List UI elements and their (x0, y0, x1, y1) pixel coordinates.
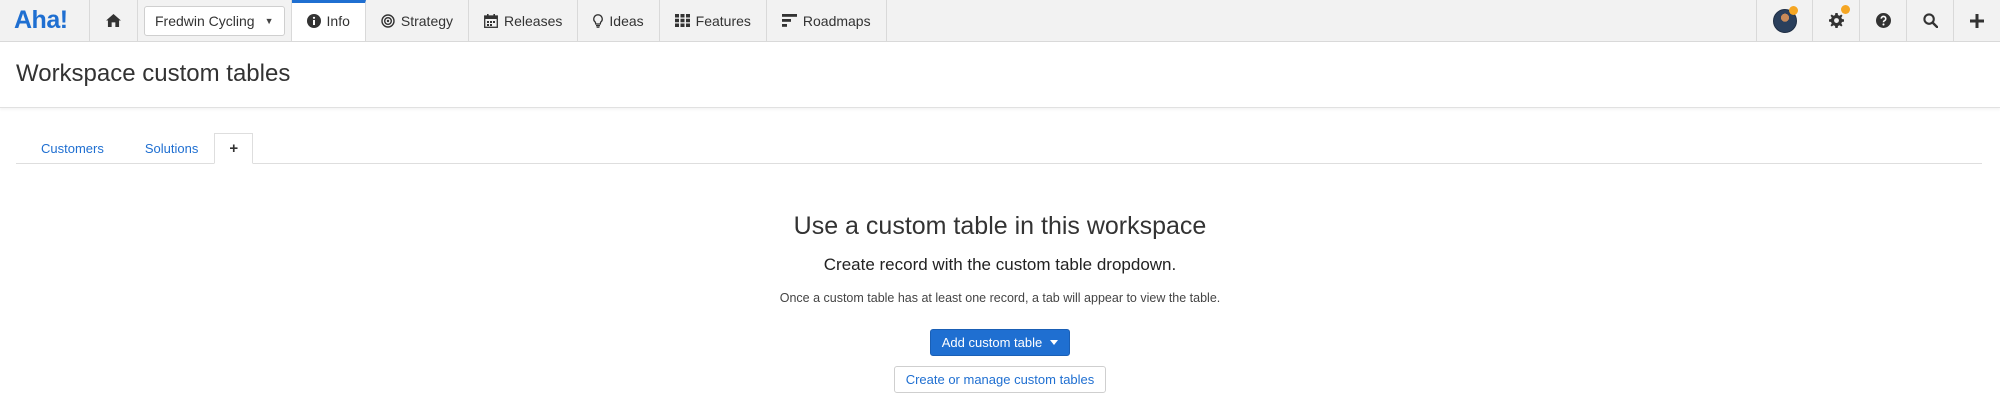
tab-info[interactable]: Info (291, 0, 366, 41)
aha-logo[interactable]: Aha! (0, 0, 90, 41)
target-icon (381, 13, 395, 28)
settings-badge (1841, 5, 1850, 14)
help-icon (1875, 13, 1891, 28)
primary-action-row: Add custom table (0, 305, 2000, 356)
plus-icon (1970, 13, 1984, 28)
tab-label: Features (695, 12, 751, 29)
workspace-selector[interactable]: Fredwin Cycling ▼ (144, 5, 285, 36)
caret-down-icon (1050, 340, 1059, 345)
nav-right-actions (1756, 0, 2000, 41)
button-label: Add custom table (941, 335, 1043, 350)
home-icon (106, 14, 121, 27)
tab-ideas[interactable]: Ideas (578, 0, 660, 41)
settings-button[interactable] (1812, 0, 1859, 41)
lightbulb-icon (593, 13, 604, 28)
tab-label: Ideas (609, 12, 644, 29)
top-nav: Aha! Fredwin Cycling ▼ Info Strategy Rel… (0, 0, 2000, 42)
grid-icon (674, 14, 690, 27)
empty-state: Use a custom table in this workspace Cre… (0, 212, 2000, 393)
custom-table-tabs: Customers Solutions + (16, 133, 1982, 164)
search-icon (1922, 13, 1938, 28)
home-button[interactable] (90, 0, 138, 41)
secondary-action-row: Create or manage custom tables (0, 356, 2000, 393)
tab-label: Releases (504, 12, 563, 29)
user-menu[interactable] (1756, 0, 1812, 41)
workspace-name: Fredwin Cycling (155, 12, 255, 29)
page-header: Workspace custom tables (0, 42, 2000, 108)
tab-features[interactable]: Features (660, 0, 767, 41)
info-icon (306, 13, 321, 28)
tab-roadmaps[interactable]: Roadmaps (767, 0, 887, 41)
add-custom-table-button[interactable]: Add custom table (929, 329, 1071, 356)
tab-strategy[interactable]: Strategy (366, 0, 470, 41)
empty-state-title: Use a custom table in this workspace (793, 212, 1207, 240)
search-button[interactable] (1906, 0, 1953, 41)
tab-solutions[interactable]: Solutions (129, 133, 214, 163)
caret-down-icon: ▼ (264, 15, 274, 26)
empty-state-subtitle: Create record with the custom table drop… (823, 255, 1177, 274)
tab-label: Strategy (400, 12, 454, 29)
notification-badge (1789, 6, 1798, 15)
calendar-icon (484, 13, 498, 28)
add-table-tab[interactable]: + (214, 133, 254, 164)
tab-customers[interactable]: Customers (16, 133, 129, 163)
create-button[interactable] (1953, 0, 2000, 41)
tab-label: Roadmaps (802, 12, 871, 29)
workspace-selector-wrap: Fredwin Cycling ▼ (138, 0, 292, 41)
tab-label: Info (326, 12, 350, 29)
help-button[interactable] (1859, 0, 1906, 41)
gear-icon (1828, 13, 1844, 28)
empty-state-description: Once a custom table has at least one rec… (779, 291, 1221, 305)
tab-releases[interactable]: Releases (469, 0, 579, 41)
page-title: Workspace custom tables (16, 60, 291, 87)
manage-custom-tables-button[interactable]: Create or manage custom tables (893, 366, 1107, 393)
roadmap-icon (781, 14, 797, 27)
